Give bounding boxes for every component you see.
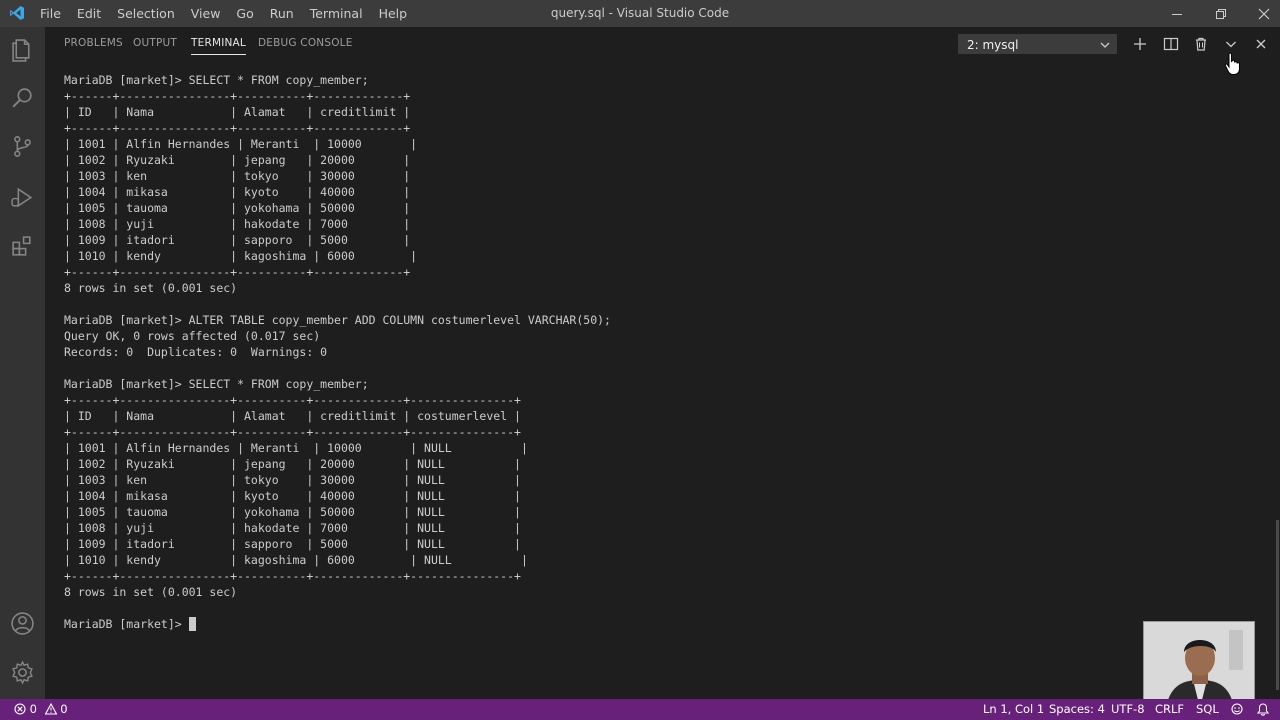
feedback-icon[interactable] (1230, 703, 1244, 716)
terminal-line: +------+----------------+----------+----… (64, 265, 411, 279)
terminal-line: | 1003 | ken | tokyo | 30000 | (64, 169, 411, 183)
terminal-line: | ID | Nama | Alamat | creditlimit | cos… (64, 409, 521, 423)
warning-icon (44, 702, 58, 715)
terminal-line: | 1009 | itadori | sapporo | 5000 | (64, 233, 411, 247)
terminal-prompt-line[interactable]: MariaDB [market]> (64, 616, 1264, 632)
terminal-line: | 1008 | yuji | hakodate | 7000 | NULL | (64, 521, 521, 535)
webcam-person-image (1144, 622, 1254, 706)
terminal-select[interactable]: 2: mysql (958, 34, 1117, 54)
menu-bar: File Edit Selection View Go Run Terminal… (32, 0, 415, 27)
terminal-line: | ID | Nama | Alamat | creditlimit | (64, 105, 411, 119)
terminal-line: Query OK, 0 rows affected (0.017 sec) (64, 329, 321, 343)
source-control-icon[interactable] (10, 134, 35, 159)
restore-icon (1216, 8, 1226, 19)
terminal-line: | 1002 | Ryuzaki | jepang | 20000 | (64, 153, 411, 167)
menu-file[interactable]: File (32, 0, 69, 27)
tab-problems[interactable]: PROBLEMS (64, 27, 123, 62)
language-mode[interactable]: SQL (1196, 699, 1219, 720)
minimize-icon (1172, 13, 1182, 15)
terminal-scrollbar[interactable] (1276, 520, 1279, 690)
terminal-line: +------+----------------+----------+----… (64, 425, 521, 439)
account-icon[interactable] (10, 611, 35, 636)
menu-run[interactable]: Run (262, 0, 302, 27)
maximize-panel-chevron-icon[interactable] (1221, 34, 1241, 54)
status-bar: 0 0 Ln 1, Col 1 Spaces: 4 UTF-8 CRLF SQL (0, 699, 1280, 720)
menu-terminal[interactable]: Terminal (302, 0, 371, 27)
menu-selection[interactable]: Selection (109, 0, 183, 27)
terminal-line: | 1005 | tauoma | yokohama | 50000 | NUL… (64, 505, 521, 519)
menu-help[interactable]: Help (371, 0, 416, 27)
terminal-line: | 1003 | ken | tokyo | 30000 | NULL | (64, 473, 521, 487)
close-icon (1258, 8, 1270, 19)
terminal-line: Records: 0 Duplicates: 0 Warnings: 0 (64, 345, 328, 359)
webcam-overlay (1143, 621, 1255, 707)
terminal-line: | 1010 | kendy | kagoshima | 6000 | (64, 249, 418, 263)
terminal-line: 8 rows in set (0.001 sec) (64, 585, 238, 599)
problems-indicator[interactable]: 0 0 (14, 699, 68, 720)
tab-terminal[interactable]: TERMINAL (191, 27, 246, 55)
error-icon (14, 703, 26, 715)
tab-output[interactable]: OUTPUT (133, 27, 177, 62)
indentation[interactable]: Spaces: 4 (1049, 699, 1105, 720)
terminal-line: | 1008 | yuji | hakodate | 7000 | (64, 217, 411, 231)
title-bar: File Edit Selection View Go Run Terminal… (0, 0, 1280, 27)
close-window-button[interactable] (1242, 0, 1280, 27)
tab-debug-console[interactable]: DEBUG CONSOLE (258, 27, 353, 62)
encoding[interactable]: UTF-8 (1111, 699, 1145, 720)
run-debug-icon[interactable] (10, 185, 35, 210)
warning-count: 0 (60, 702, 68, 716)
error-count: 0 (29, 702, 37, 716)
terminal-line: MariaDB [market]> ALTER TABLE copy_membe… (64, 313, 611, 327)
terminal-prompt: MariaDB [market]> (64, 617, 189, 631)
notifications-bell-icon[interactable] (1257, 703, 1269, 716)
terminal-line: | 1005 | tauoma | yokohama | 50000 | (64, 201, 411, 215)
activity-bar (0, 27, 45, 699)
menu-edit[interactable]: Edit (69, 0, 109, 27)
menu-view[interactable]: View (183, 0, 229, 27)
terminal-line: +------+----------------+----------+----… (64, 569, 521, 583)
restore-button[interactable] (1199, 0, 1243, 27)
terminal-line: 8 rows in set (0.001 sec) (64, 281, 238, 295)
terminal-line: MariaDB [market]> SELECT * FROM copy_mem… (64, 73, 369, 87)
search-icon[interactable] (10, 86, 35, 111)
terminal-line: | 1004 | mikasa | kyoto | 40000 | (64, 185, 411, 199)
settings-gear-icon[interactable] (10, 660, 35, 685)
menu-go[interactable]: Go (228, 0, 261, 27)
terminal-line: | 1001 | Alfin Hernandes | Meranti | 100… (64, 441, 528, 455)
terminal-line: | 1001 | Alfin Hernandes | Meranti | 100… (64, 137, 418, 151)
minimize-button[interactable] (1155, 0, 1199, 27)
terminal-select-value: 2: mysql (967, 38, 1019, 52)
terminal-line: | 1009 | itadori | sapporo | 5000 | NULL… (64, 537, 521, 551)
terminal-line: +------+----------------+----------+----… (64, 393, 521, 407)
terminal-output[interactable]: MariaDB [market]> SELECT * FROM copy_mem… (64, 72, 1264, 632)
chevron-down-icon (1100, 42, 1110, 48)
terminal-line: | 1010 | kendy | kagoshima | 6000 | NULL… (64, 553, 528, 567)
extensions-icon[interactable] (10, 234, 35, 259)
end-of-line[interactable]: CRLF (1155, 699, 1184, 720)
files-icon[interactable] (10, 38, 35, 63)
terminal-cursor (188, 617, 196, 631)
terminal-line: | 1002 | Ryuzaki | jepang | 20000 | NULL… (64, 457, 521, 471)
vscode-logo-icon (10, 6, 24, 20)
split-terminal-icon[interactable] (1161, 34, 1181, 54)
terminal-line: MariaDB [market]> SELECT * FROM copy_mem… (64, 377, 369, 391)
terminal-line: +------+----------------+----------+----… (64, 121, 411, 135)
terminal-line: +------+----------------+----------+----… (64, 89, 411, 103)
hand-pointer-icon (1224, 52, 1240, 75)
terminal-line: | 1004 | mikasa | kyoto | 40000 | NULL | (64, 489, 521, 503)
close-panel-icon[interactable] (1251, 34, 1271, 54)
cursor-position[interactable]: Ln 1, Col 1 (983, 699, 1044, 720)
new-terminal-icon[interactable] (1130, 34, 1150, 54)
kill-terminal-trash-icon[interactable] (1191, 34, 1211, 54)
